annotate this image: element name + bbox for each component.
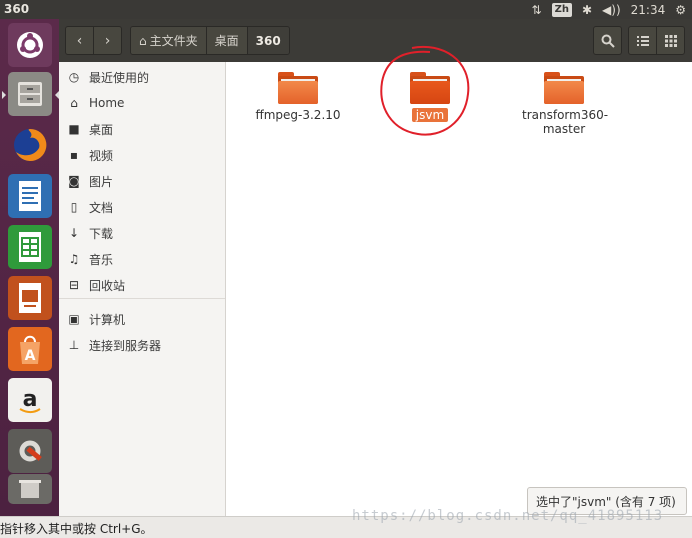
search-button[interactable] (593, 26, 622, 55)
breadcrumb: ⌂ 主文件夹 桌面 360 (130, 26, 290, 55)
network-icon[interactable]: ⇅ (532, 3, 542, 17)
watermark: https://blog.csdn.net/qq_41895113 (352, 508, 664, 524)
sidebar-item-label: 视频 (89, 148, 114, 163)
launcher: A a (0, 19, 59, 516)
svg-text:a: a (23, 387, 38, 412)
download-icon: ↓ (68, 226, 80, 240)
system-settings-icon[interactable] (8, 429, 52, 473)
breadcrumb-label: 桌面 (214, 34, 239, 48)
sidebar-item-recent[interactable]: ◷ 最近使用的 (67, 66, 149, 88)
list-view-button[interactable] (628, 26, 657, 55)
keyboard-layout-indicator[interactable]: Zh (551, 2, 572, 17)
folder-icon (278, 72, 318, 104)
sidebar-item-label: 音乐 (89, 252, 114, 267)
breadcrumb-desktop[interactable]: 桌面 (206, 27, 248, 54)
sidebar-item-documents[interactable]: ▯ 文档 (67, 196, 113, 218)
files-icon[interactable] (8, 72, 52, 116)
svg-text:A: A (25, 348, 36, 364)
folder-name: ffmpeg-3.2.10 (255, 108, 341, 122)
clock[interactable]: 21:34 (631, 3, 666, 17)
sidebar-item-downloads[interactable]: ↓ 下载 (67, 222, 113, 244)
desktop-folder-icon: ■ (68, 122, 80, 136)
writer-icon[interactable] (8, 174, 52, 218)
breadcrumb-current[interactable]: 360 (247, 27, 289, 54)
search-icon (601, 34, 615, 48)
bluetooth-icon[interactable]: ✱ (582, 3, 592, 17)
sidebar-item-label: 文档 (89, 200, 114, 215)
trash-icon: ⊟ (68, 278, 80, 292)
annotation-circle (380, 45, 470, 136)
breadcrumb-home[interactable]: ⌂ 主文件夹 (131, 27, 207, 54)
breadcrumb-label: 主文件夹 (149, 34, 198, 48)
back-button[interactable]: ‹ (65, 26, 94, 55)
ubuntu-dash-icon[interactable] (8, 23, 52, 67)
server-icon: ⊥ (68, 338, 80, 352)
forward-button[interactable]: › (93, 26, 122, 55)
sidebar-item-label: 连接到服务器 (89, 338, 162, 353)
folder-icon (544, 72, 584, 104)
sidebar-item-trash[interactable]: ⊟ 回收站 (67, 274, 125, 296)
folder-item[interactable]: ffmpeg-3.2.10 (248, 62, 348, 122)
list-view-icon (636, 35, 649, 46)
breadcrumb-label: 360 (255, 33, 281, 48)
sidebar-item-pictures[interactable]: ◙ 图片 (67, 170, 113, 192)
sidebar-item-label: Home (89, 96, 125, 110)
sidebar-divider (59, 298, 225, 299)
gear-icon[interactable]: ⚙ (675, 3, 686, 17)
impress-icon[interactable] (8, 276, 52, 320)
sidebar-item-videos[interactable]: ▪ 视频 (67, 144, 113, 166)
sidebar-item-label: 下载 (89, 226, 114, 241)
clock-icon: ◷ (68, 70, 80, 84)
calc-icon[interactable] (8, 225, 52, 269)
amazon-icon[interactable]: a (8, 378, 52, 422)
grid-view-button[interactable] (656, 26, 685, 55)
sidebar-item-label: 计算机 (89, 312, 126, 327)
folder-name: transform360-master (522, 108, 609, 136)
sidebar-item-label: 桌面 (89, 122, 114, 137)
document-icon: ▯ (70, 200, 78, 214)
computer-icon: ▣ (68, 312, 80, 326)
chevron-right-icon: › (104, 32, 111, 49)
music-icon: ♫ (68, 252, 80, 266)
sidebar-item-music[interactable]: ♫ 音乐 (67, 248, 113, 270)
sidebar-item-label: 最近使用的 (89, 70, 150, 85)
sidebar: ◷ 最近使用的 ⌂ Home ■ 桌面 ▪ 视频 ◙ 图片 ▯ 文档 ↓ 下载 … (59, 62, 226, 516)
window-title: 360 (4, 2, 30, 16)
status-hint: 指针移入其中或按 Ctrl+G。 (0, 522, 153, 536)
grid-view-icon (664, 34, 677, 47)
folder-item[interactable]: transform360-master (514, 62, 614, 136)
camera-icon: ◙ (68, 174, 80, 188)
running-indicator (2, 91, 6, 99)
video-icon: ▪ (69, 148, 79, 162)
firefox-icon[interactable] (8, 123, 52, 167)
sidebar-item-desktop[interactable]: ■ 桌面 (67, 118, 113, 140)
sidebar-item-home[interactable]: ⌂ Home (67, 92, 124, 114)
chevron-left-icon: ‹ (76, 32, 83, 49)
sidebar-item-connect-server[interactable]: ⊥ 连接到服务器 (67, 334, 161, 356)
home-icon: ⌂ (70, 96, 78, 110)
software-center-icon[interactable]: A (8, 327, 52, 371)
file-view[interactable]: ffmpeg-3.2.10 jsvm transform360-master (226, 45, 692, 516)
top-panel: 360 ⇅ Zh ✱ ◀)) 21:34 ⚙ (0, 0, 692, 19)
home-icon: ⌂ (139, 33, 147, 48)
sidebar-item-computer[interactable]: ▣ 计算机 (67, 308, 125, 330)
system-tray: ⇅ Zh ✱ ◀)) 21:34 ⚙ (532, 1, 686, 18)
sidebar-item-label: 回收站 (89, 278, 126, 293)
sidebar-item-label: 图片 (89, 174, 114, 189)
trash-icon[interactable] (8, 474, 52, 504)
volume-icon[interactable]: ◀)) (602, 3, 621, 17)
